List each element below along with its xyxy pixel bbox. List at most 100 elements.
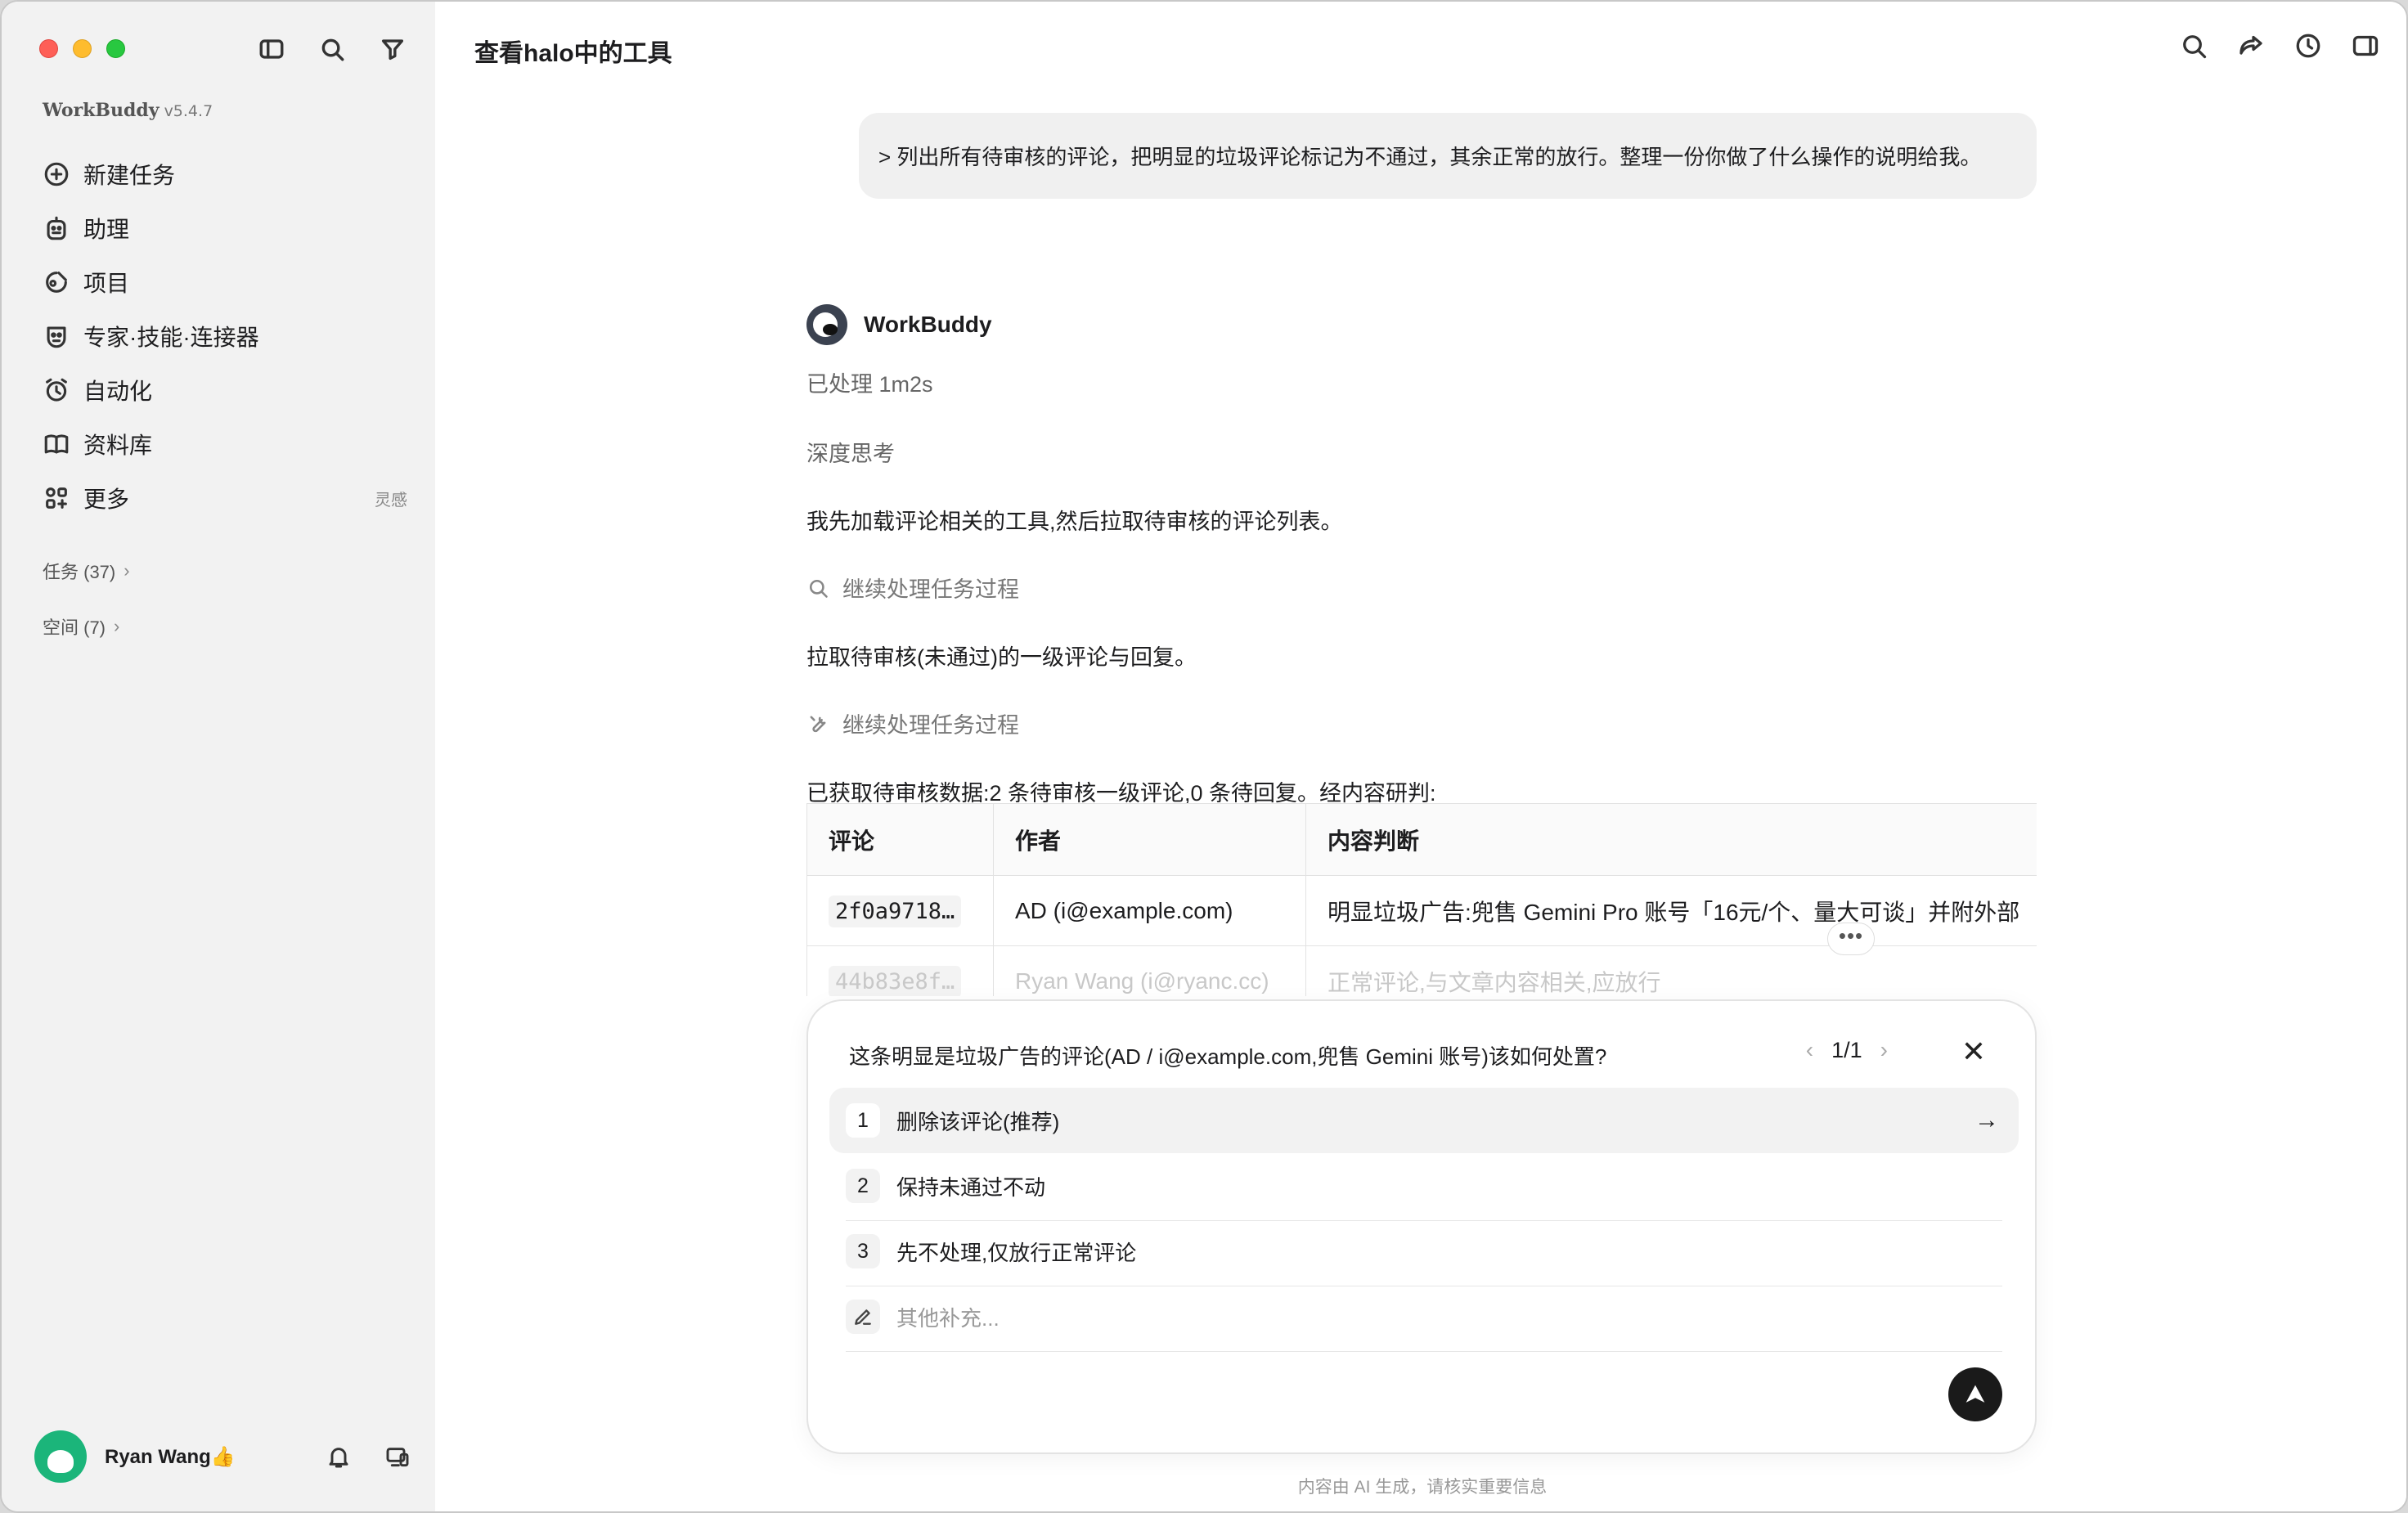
arrow-right-icon: → — [1974, 1107, 1999, 1134]
sidebar-item-label: 项目 — [83, 271, 130, 296]
table-header-cell: 作者 — [993, 803, 1306, 876]
tasks-section-toggle[interactable]: 任务 (37) › — [43, 558, 130, 584]
option-2[interactable]: 2 保持未通过不动 — [829, 1153, 2019, 1219]
question-card: 这条明显是垃圾广告的评论(AD / i@example.com,兜售 Gemin… — [806, 999, 2037, 1454]
close-icon[interactable]: ✕ — [1961, 1037, 1986, 1066]
edit-icon — [846, 1300, 880, 1334]
sidebar-item-experts[interactable]: 专家·技能·连接器 — [39, 309, 407, 363]
user-actions — [326, 1443, 411, 1470]
toggle-panel-icon[interactable] — [2351, 31, 2380, 61]
sidebar-item-label: 更多 — [83, 487, 130, 512]
judgement-cell: 明显垃圾广告:兜售 Gemini Pro 账号「16元/个、量大可谈」并附外部 — [1305, 875, 2037, 946]
app-window: WorkBuddy v5.4.7 新建任务 助理 项目 专家·技能·连接器 自动化 — [0, 0, 2408, 1513]
option-label: 先不处理,仅放行正常评论 — [896, 1240, 1137, 1265]
history-icon[interactable] — [2293, 31, 2323, 61]
device-icon[interactable] — [384, 1443, 411, 1470]
assistant-paragraph-2: 拉取待审核(未通过)的一级评论与回复。 — [806, 645, 1197, 670]
assistant-header: WorkBuddy — [806, 304, 2037, 345]
assistant-icon — [47, 216, 66, 240]
bell-icon[interactable] — [326, 1443, 352, 1470]
option-number: 1 — [846, 1103, 880, 1138]
main-panel: 查看halo中的工具 > 列出所有待审核的评论，把明显的垃圾评论标记为不通过，其… — [435, 2, 2406, 1511]
spaces-section-toggle[interactable]: 空间 (7) › — [43, 613, 119, 640]
processed-time[interactable]: 已处理 1m2s — [806, 366, 2037, 398]
comments-table: 评论 作者 内容判断 2f0a9718… AD (i@example.com) … — [806, 803, 2037, 996]
chevron-left-icon[interactable]: ‹ — [1806, 1037, 1813, 1063]
divider — [846, 1351, 2002, 1352]
comment-id: 44b83e8f… — [829, 965, 962, 996]
share-icon[interactable] — [2236, 31, 2266, 61]
tasks-section-label: 任务 (37) — [43, 562, 116, 582]
sidebar: WorkBuddy v5.4.7 新建任务 助理 项目 专家·技能·连接器 自动化 — [2, 2, 435, 1511]
comment-id-cell: 2f0a9718… — [806, 875, 994, 946]
sidebar-item-projects[interactable]: 项目 — [39, 255, 407, 309]
send-arrow-icon — [1965, 1385, 1985, 1403]
table-header-cell: 内容判断 — [1305, 803, 2037, 876]
avatar[interactable] — [34, 1430, 87, 1483]
window-controls — [39, 39, 125, 58]
option-label: 保持未通过不动 — [896, 1174, 1046, 1200]
sidebar-toolbar — [255, 33, 409, 65]
question-pager: ‹ 1/1 › — [1806, 1037, 1888, 1063]
author-cell: AD (i@example.com) — [993, 875, 1306, 946]
other-input-placeholder: 其他补充... — [896, 1305, 1000, 1331]
brand-name: WorkBuddy — [43, 100, 159, 121]
question-text: 这条明显是垃圾广告的评论(AD / i@example.com,兜售 Gemin… — [849, 1044, 1607, 1069]
sidebar-item-new-task[interactable]: 新建任务 — [39, 147, 407, 201]
grid-icon — [46, 487, 67, 509]
sidebar-item-automation[interactable]: 自动化 — [39, 363, 407, 417]
comment-id: 2f0a9718… — [829, 895, 962, 927]
sidebar-item-more[interactable]: 更多 灵感 — [39, 471, 407, 525]
option-number: 3 — [846, 1234, 880, 1268]
sidebar-nav: 新建任务 助理 项目 专家·技能·连接器 自动化 资料库 更多 灵感 — [39, 147, 407, 525]
search-icon — [809, 579, 828, 598]
inspiration-hint[interactable]: 灵感 — [375, 487, 407, 510]
close-window-button[interactable] — [39, 39, 58, 58]
minimize-window-button[interactable] — [73, 39, 92, 58]
assistant-avatar — [806, 304, 847, 345]
maximize-window-button[interactable] — [106, 39, 125, 58]
sidebar-item-assistant[interactable]: 助理 — [39, 201, 407, 255]
more-icon[interactable]: ••• — [1827, 923, 1875, 955]
assistant-message: WorkBuddy 已处理 1m2s 深度思考 我先加载评论相关的工具,然后拉取… — [806, 304, 2037, 807]
process-step-label: 继续处理任务过程 — [842, 577, 1019, 602]
page-title: 查看halo中的工具 — [474, 40, 672, 67]
process-step-label: 继续处理任务过程 — [842, 713, 1019, 738]
assistant-paragraph-1: 我先加载评论相关的工具,然后拉取待审核的评论列表。 — [806, 510, 1343, 534]
chevron-right-icon: › — [124, 560, 130, 581]
option-label: 删除该评论(推荐) — [896, 1109, 1060, 1134]
table-header-cell: 评论 — [806, 803, 994, 876]
process-step-1[interactable]: 继续处理任务过程 — [806, 572, 2037, 604]
sidebar-item-label: 资料库 — [83, 433, 153, 458]
chevron-right-icon: › — [114, 616, 120, 636]
assistant-name: WorkBuddy — [864, 312, 992, 337]
judgement-cell: 正常评论,与文章内容相关,应放行 — [1305, 945, 2037, 996]
ai-disclaimer: 内容由 AI 生成，请核实重要信息 — [1297, 1478, 1548, 1497]
option-3[interactable]: 3 先不处理,仅放行正常评论 — [829, 1219, 2019, 1284]
tool-icon — [810, 716, 826, 732]
brand-version: v5.4.7 — [164, 102, 213, 120]
sidebar-item-library[interactable]: 资料库 — [39, 417, 407, 471]
plus-circle-icon — [44, 162, 69, 186]
top-toolbar — [2179, 31, 2380, 61]
sidebar-item-label: 专家·技能·连接器 — [83, 325, 259, 350]
search-icon[interactable] — [316, 33, 348, 65]
send-button[interactable] — [1948, 1367, 2002, 1421]
process-step-2[interactable]: 继续处理任务过程 — [806, 707, 2037, 739]
search-icon[interactable] — [2179, 31, 2208, 61]
sidebar-item-label: 新建任务 — [83, 163, 176, 188]
toggle-sidebar-icon[interactable] — [255, 33, 288, 65]
sidebar-item-label: 自动化 — [83, 379, 153, 404]
table-header-row: 评论 作者 内容判断 — [806, 803, 2037, 876]
user-name[interactable]: Ryan Wang👍 — [105, 1445, 236, 1469]
filter-icon[interactable] — [376, 33, 409, 65]
sidebar-item-label: 助理 — [83, 217, 130, 242]
expert-icon — [47, 326, 66, 348]
other-input[interactable]: 其他补充... — [829, 1284, 2019, 1349]
deep-thinking-toggle[interactable]: 深度思考 — [806, 436, 2037, 468]
alarm-clock-icon — [46, 378, 67, 402]
option-1[interactable]: 1 删除该评论(推荐) → — [829, 1088, 2019, 1153]
author-cell: Ryan Wang (i@ryanc.cc) — [993, 945, 1306, 996]
chevron-right-icon[interactable]: › — [1880, 1037, 1888, 1063]
option-number: 2 — [846, 1169, 880, 1203]
